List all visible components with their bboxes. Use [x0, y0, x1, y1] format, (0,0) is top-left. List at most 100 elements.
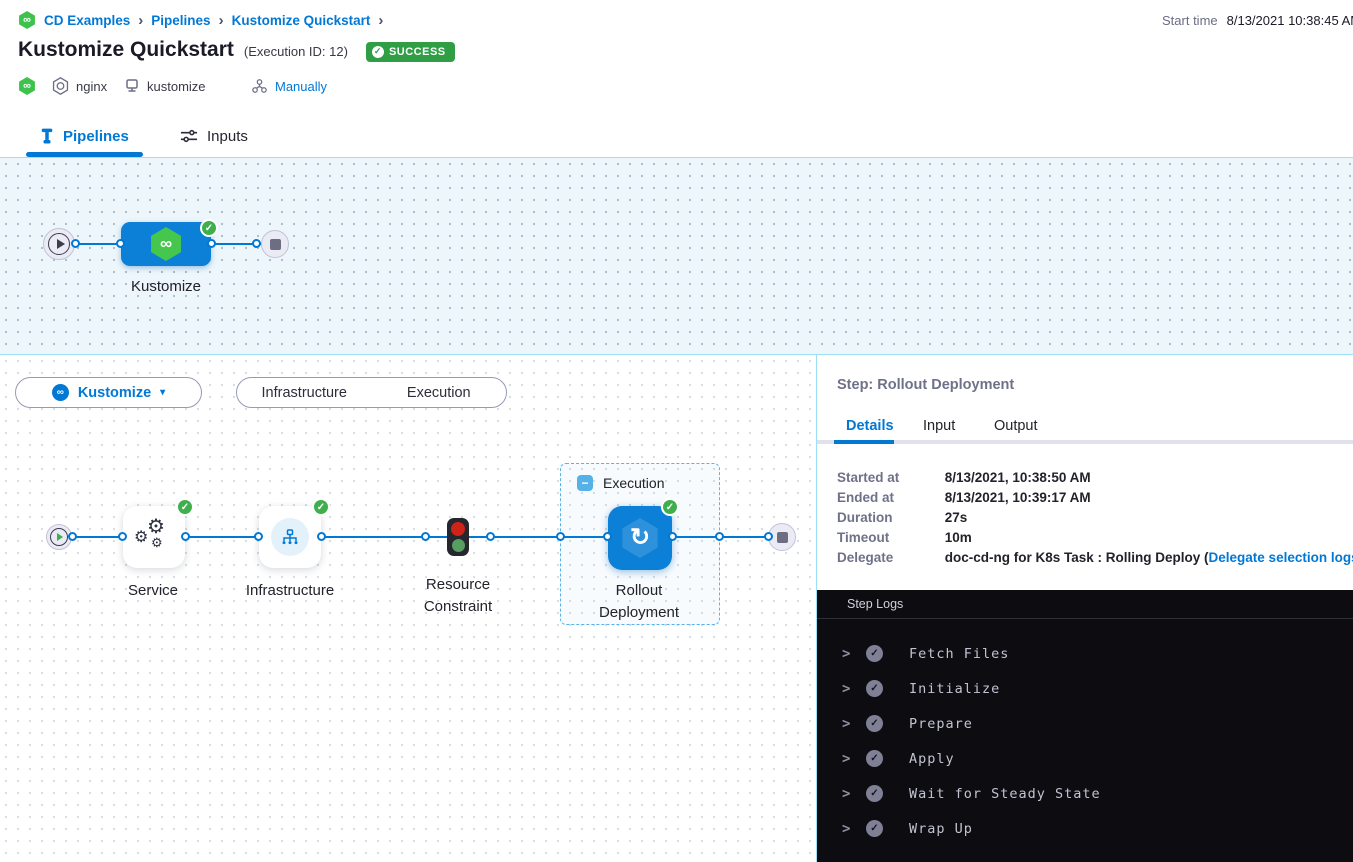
log-section-prepare[interactable]: > ✓ Prepare	[817, 714, 1353, 735]
breadcrumb-pipelines[interactable]: Pipelines	[151, 13, 210, 28]
environment-meta: kustomize	[124, 76, 206, 96]
connector-dot	[68, 532, 77, 541]
detail-value: 8/13/2021, 10:38:50 AM	[945, 470, 1091, 485]
step-logs-title: Step Logs	[847, 597, 903, 611]
view-toggle: Infrastructure Execution	[236, 377, 507, 408]
detail-value: 8/13/2021, 10:39:17 AM	[945, 490, 1091, 505]
log-check-icon: ✓	[866, 820, 883, 837]
stage-selector[interactable]: ∞ Kustomize ▾	[15, 377, 202, 408]
detail-label: Ended at	[837, 490, 941, 505]
connector-dot	[116, 239, 125, 248]
log-check-icon: ✓	[866, 680, 883, 697]
tab-inputs[interactable]: Inputs	[180, 115, 248, 157]
success-check-icon: ✓	[661, 498, 679, 516]
stage-label: Kustomize	[121, 276, 211, 298]
tab-output[interactable]: Output	[994, 418, 1038, 438]
page-title: Kustomize Quickstart	[18, 38, 234, 62]
meta-row: ∞ nginx kustomize	[0, 76, 1353, 98]
detail-row-timeout: Timeout 10m	[837, 530, 972, 545]
expand-chevron-icon: >	[842, 751, 850, 767]
pipelines-icon	[40, 128, 54, 144]
cd-module-icon: ∞	[18, 11, 36, 29]
step-panel-title: Step: Rollout Deployment	[837, 377, 1014, 393]
toggle-execution[interactable]: Execution	[372, 385, 507, 401]
log-section-label: Wait for Steady State	[909, 786, 1101, 802]
tab-input[interactable]: Input	[923, 418, 955, 438]
service-meta: nginx	[52, 76, 107, 96]
execution-group-header: − Execution	[577, 475, 664, 491]
inputs-icon	[180, 129, 198, 143]
connector-dot	[181, 532, 190, 541]
log-check-icon: ✓	[866, 645, 883, 662]
trigger-icon	[251, 78, 268, 94]
log-section-wait-for-steady-state[interactable]: > ✓ Wait for Steady State	[817, 784, 1353, 805]
trigger-meta: Manually	[251, 76, 327, 96]
tab-pipelines[interactable]: Pipelines	[40, 115, 129, 157]
cd-module-icon-glyph: ∞	[18, 77, 36, 95]
status-badge: ✓ SUCCESS	[366, 42, 455, 62]
stage-node-kustomize[interactable]: ∞	[121, 222, 211, 266]
step-logs-panel: Step Logs > ✓ Fetch Files > ✓ Initialize…	[817, 590, 1353, 862]
traffic-green-light	[452, 539, 465, 552]
bottom-section: ∞ Kustomize ▾ Infrastructure Execution −…	[0, 355, 1353, 862]
log-section-apply[interactable]: > ✓ Apply	[817, 749, 1353, 770]
step-node-service[interactable]: ⚙ ⚙ ⚙	[123, 506, 185, 568]
expand-chevron-icon: >	[842, 716, 850, 732]
start-time-value: 8/13/2021 10:38:45 AM	[1227, 13, 1353, 28]
chevron-right-icon: ›	[138, 12, 143, 29]
breadcrumb: ∞ CD Examples › Pipelines › Kustomize Qu…	[18, 11, 383, 29]
trigger-link[interactable]: Manually	[275, 79, 327, 94]
detail-label: Delegate	[837, 550, 941, 565]
toggle-infrastructure[interactable]: Infrastructure	[237, 385, 372, 401]
rollout-icon: ↻	[620, 518, 660, 558]
execution-id: (Execution ID: 12)	[244, 44, 348, 59]
log-section-wrap-up[interactable]: > ✓ Wrap Up	[817, 819, 1353, 840]
detail-label: Duration	[837, 510, 941, 525]
log-section-label: Apply	[909, 751, 955, 767]
infrastructure-icon	[271, 518, 309, 556]
log-section-initialize[interactable]: > ✓ Initialize	[817, 679, 1353, 700]
tab-pipelines-label: Pipelines	[63, 128, 129, 145]
log-section-fetch-files[interactable]: > ✓ Fetch Files	[817, 644, 1353, 665]
breadcrumb-kustomize-quickstart[interactable]: Kustomize Quickstart	[232, 13, 371, 28]
connector-dot	[486, 532, 495, 541]
connector-dot	[252, 239, 261, 248]
success-check-icon: ✓	[176, 498, 194, 516]
delegate-value: doc-cd-ng for K8s Task : Rolling Deploy …	[945, 550, 1209, 565]
status-badge-label: SUCCESS	[389, 46, 446, 58]
log-section-label: Wrap Up	[909, 821, 973, 837]
stop-icon	[777, 532, 788, 543]
connector-dot	[207, 239, 216, 248]
step-node-infrastructure[interactable]	[259, 506, 321, 568]
chevron-right-icon: ›	[219, 12, 224, 29]
step-label-infrastructure: Infrastructure	[230, 580, 350, 602]
main-tabbar: Pipelines Inputs	[0, 115, 1353, 158]
execution-group-label: Execution	[603, 475, 664, 491]
start-time-label: Start time	[1162, 13, 1218, 28]
connector-dot	[71, 239, 80, 248]
expand-chevron-icon: >	[842, 821, 850, 837]
tab-details[interactable]: Details	[846, 418, 894, 438]
step-logs-header: Step Logs	[817, 590, 1353, 619]
title-row: Kustomize Quickstart (Execution ID: 12) …	[18, 38, 455, 64]
step-node-resource-constraint[interactable]	[447, 518, 469, 556]
connector-dot	[421, 532, 430, 541]
tab-inputs-label: Inputs	[207, 128, 248, 145]
expand-chevron-icon: >	[842, 786, 850, 802]
success-check-icon: ✓	[312, 498, 330, 516]
service-gears-icon: ⚙ ⚙ ⚙	[135, 519, 173, 555]
expand-chevron-icon: >	[842, 681, 850, 697]
log-check-icon: ✓	[866, 715, 883, 732]
step-node-rollout-deployment[interactable]: ↻	[608, 506, 672, 570]
breadcrumb-cd-examples[interactable]: CD Examples	[44, 13, 130, 28]
pipeline-end-node[interactable]	[261, 230, 289, 258]
page-header: ∞ CD Examples › Pipelines › Kustomize Qu…	[0, 0, 1353, 115]
connector-dot	[556, 532, 565, 541]
delegate-selection-logs-link[interactable]: Delegate selection logs	[1209, 550, 1353, 565]
stop-icon	[270, 239, 281, 250]
connector-dot	[668, 532, 677, 541]
collapse-icon[interactable]: −	[577, 475, 593, 491]
harness-execution-page: ∞ CD Examples › Pipelines › Kustomize Qu…	[0, 0, 1353, 862]
stage-graph: ∞ ✓ Kustomize	[0, 158, 1353, 355]
step-label-rollout-deployment: Rollout Deployment	[584, 580, 694, 624]
